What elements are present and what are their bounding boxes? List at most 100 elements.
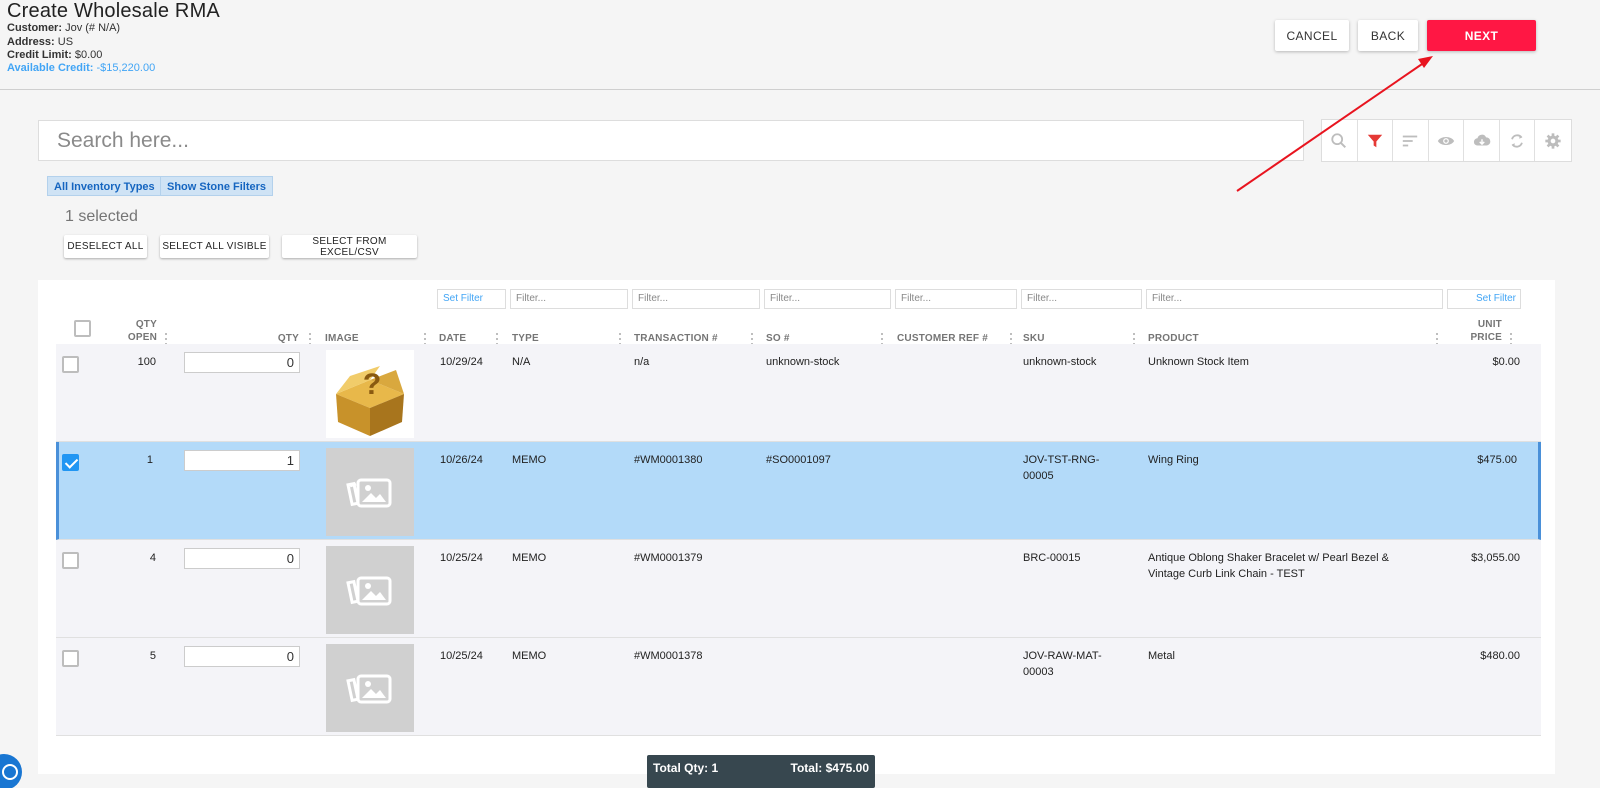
- qty-open-cell: 1: [146, 454, 153, 466]
- page-header: Create Wholesale RMA Customer: Jov (# N/…: [0, 0, 1600, 90]
- transaction-cell: n/a: [634, 356, 650, 368]
- transaction-cell: #WM0001379: [634, 552, 703, 564]
- gear-icon[interactable]: [1535, 120, 1571, 161]
- page-title: Create Wholesale RMA: [7, 0, 220, 22]
- col-sku-label: SKU: [1023, 333, 1045, 344]
- unit-price-cell: $480.00: [1480, 650, 1520, 662]
- select-all-visible-button[interactable]: SELECT ALL VISIBLE: [160, 235, 269, 258]
- col-qty-label: QTY: [277, 333, 299, 344]
- product-line-2: Vintage Curb Link Chain - TEST: [1148, 568, 1305, 580]
- unknown-stock-image: ?: [326, 350, 414, 438]
- credit-limit-label: Credit Limit:: [7, 49, 72, 61]
- row-checkbox[interactable]: [62, 650, 79, 667]
- refresh-icon[interactable]: [1500, 120, 1536, 161]
- sku-cell: BRC-00015: [1023, 550, 1080, 566]
- row-checkbox[interactable]: [62, 356, 79, 373]
- col-unit-price-label-1: UNIT: [1477, 319, 1502, 330]
- table-row[interactable]: 4 0 10/25/24 MEMO #WM0001379 BRC-00015 A…: [56, 540, 1541, 638]
- col-date-label: DATE: [439, 333, 467, 344]
- deselect-all-button[interactable]: DESELECT ALL: [64, 235, 147, 258]
- qty-input[interactable]: 0: [184, 548, 300, 569]
- image-placeholder-icon: [346, 674, 392, 704]
- so-cell: #SO0001097: [766, 454, 831, 466]
- next-button[interactable]: NEXT: [1427, 20, 1536, 51]
- address-info: Address: US: [7, 36, 73, 48]
- chat-widget-icon[interactable]: [0, 754, 22, 788]
- sort-icon[interactable]: [1393, 120, 1429, 161]
- so-filter-input[interactable]: Filter...: [764, 289, 891, 309]
- filter-icon[interactable]: [1358, 120, 1394, 161]
- col-qty-open-label-2: OPEN: [127, 332, 157, 343]
- col-so-label: SO #: [766, 333, 790, 344]
- sku-line-1: JOV-TST-RNG-: [1023, 454, 1100, 466]
- customer-ref-filter-input[interactable]: Filter...: [895, 289, 1017, 309]
- qty-input[interactable]: 0: [184, 646, 300, 667]
- product-filter-input[interactable]: Filter...: [1146, 289, 1443, 309]
- credit-limit-value: $0.00: [74, 49, 103, 61]
- transaction-cell: #WM0001380: [634, 454, 703, 466]
- qty-open-cell: 5: [149, 650, 156, 662]
- date-cell: 10/25/24: [440, 552, 483, 564]
- search-icon[interactable]: [1322, 120, 1358, 161]
- image-placeholder-icon: [346, 478, 392, 508]
- unit-price-cell: $0.00: [1492, 356, 1520, 368]
- customer-value: Jov (# N/A): [65, 22, 121, 34]
- eye-icon[interactable]: [1429, 120, 1465, 161]
- row-checkbox-checked[interactable]: [62, 454, 79, 471]
- qty-open-cell: 4: [149, 552, 156, 564]
- total-amount: Total: $475.00: [790, 761, 869, 775]
- inventory-types-chip[interactable]: All Inventory Types: [47, 176, 162, 196]
- col-product-label: PRODUCT: [1148, 333, 1199, 344]
- sku-cell: JOV-RAW-MAT- 00003: [1023, 648, 1102, 680]
- type-cell: MEMO: [512, 552, 547, 564]
- unit-price-cell: $475.00: [1477, 454, 1517, 466]
- placeholder-image: [326, 448, 414, 536]
- type-cell: N/A: [512, 356, 531, 368]
- date-set-filter[interactable]: Set Filter: [437, 289, 506, 309]
- search-input[interactable]: [39, 121, 1303, 160]
- back-button[interactable]: BACK: [1358, 20, 1418, 51]
- row-checkbox[interactable]: [62, 552, 79, 569]
- image-placeholder-icon: [346, 576, 392, 606]
- sku-line-2: 00005: [1023, 470, 1054, 482]
- sku-line-1: unknown-stock: [1023, 356, 1097, 368]
- cancel-button[interactable]: CANCEL: [1275, 20, 1349, 51]
- transaction-filter-input[interactable]: Filter...: [632, 289, 760, 309]
- select-from-excel-button[interactable]: SELECT FROM EXCEL/CSV: [282, 235, 417, 258]
- unit-price-set-filter[interactable]: Set Filter: [1447, 289, 1521, 309]
- sku-filter-input[interactable]: Filter...: [1021, 289, 1142, 309]
- available-credit-label: Available Credit:: [7, 62, 94, 74]
- customer-label: Customer:: [7, 22, 63, 34]
- table-row[interactable]: 100 0 ? 10/29/24 N/A n/a unknown-stock u…: [56, 344, 1541, 442]
- col-image-label: IMAGE: [325, 333, 359, 344]
- sku-cell: unknown-stock: [1023, 354, 1096, 370]
- sku-line-1: BRC-00015: [1023, 552, 1081, 564]
- type-filter-input[interactable]: Filter...: [510, 289, 628, 309]
- col-transaction-label: TRANSACTION #: [634, 333, 718, 344]
- sku-line-2: 00003: [1023, 666, 1054, 678]
- qty-input[interactable]: 1: [184, 450, 300, 471]
- totals-bar: Total Qty: 1 Total: $475.00: [647, 755, 875, 788]
- type-cell: MEMO: [512, 650, 547, 662]
- product-cell: Unknown Stock Item: [1148, 356, 1249, 368]
- qty-input[interactable]: 0: [184, 352, 300, 373]
- select-all-checkbox[interactable]: [74, 320, 91, 337]
- sku-cell: JOV-TST-RNG- 00005: [1023, 452, 1099, 484]
- credit-limit-info: Credit Limit: $0.00: [7, 49, 102, 61]
- table-row-selected[interactable]: 1 1 10/26/24 MEMO #WM0001380 #SO0001097 …: [56, 442, 1541, 540]
- so-cell: unknown-stock: [766, 356, 840, 368]
- col-type-label: TYPE: [512, 333, 539, 344]
- cloud-download-icon[interactable]: [1464, 120, 1500, 161]
- sku-line-1: JOV-RAW-MAT-: [1023, 650, 1102, 662]
- selected-count: 1 selected: [65, 208, 138, 225]
- stone-filters-chip[interactable]: Show Stone Filters: [160, 176, 274, 196]
- table-row[interactable]: 5 0 10/25/24 MEMO #WM0001378 JOV-RAW-MAT…: [56, 638, 1541, 736]
- address-label: Address:: [7, 36, 55, 48]
- grid-toolbar: [1321, 119, 1572, 162]
- available-credit-info: Available Credit: -$15,220.00: [7, 62, 155, 74]
- date-cell: 10/29/24: [440, 356, 483, 368]
- address-value: US: [57, 36, 74, 48]
- placeholder-image: [326, 546, 414, 634]
- unit-price-cell: $3,055.00: [1471, 552, 1520, 564]
- placeholder-image: [326, 644, 414, 732]
